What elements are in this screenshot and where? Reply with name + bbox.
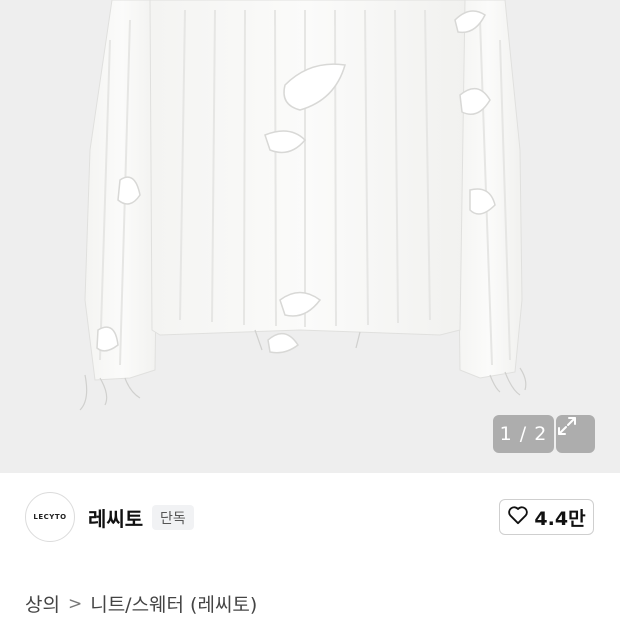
chevron-right-icon: > — [67, 593, 83, 614]
heart-icon — [507, 505, 529, 530]
product-image-carousel[interactable]: 1 / 2 — [0, 0, 620, 473]
image-counter: 1 / 2 — [493, 415, 554, 453]
breadcrumb-subcategory[interactable]: 니트/스웨터 (레씨토) — [90, 590, 257, 617]
breadcrumb-category[interactable]: 상의 — [25, 590, 60, 617]
expand-button[interactable] — [556, 415, 595, 453]
like-count: 4.4만 — [534, 507, 586, 530]
brand-logo-text: LECYTO — [33, 513, 67, 521]
like-button[interactable]: 4.4만 — [499, 499, 594, 535]
exclusive-badge: 단독 — [152, 505, 194, 530]
brand-row: LECYTO 레씨토 단독 4.4만 — [0, 473, 620, 563]
brand-logo[interactable]: LECYTO — [25, 492, 75, 542]
product-photo — [79, 0, 527, 411]
breadcrumb: 상의 > 니트/스웨터 (레씨토) — [25, 590, 257, 617]
brand-name[interactable]: 레씨토 — [88, 503, 143, 532]
